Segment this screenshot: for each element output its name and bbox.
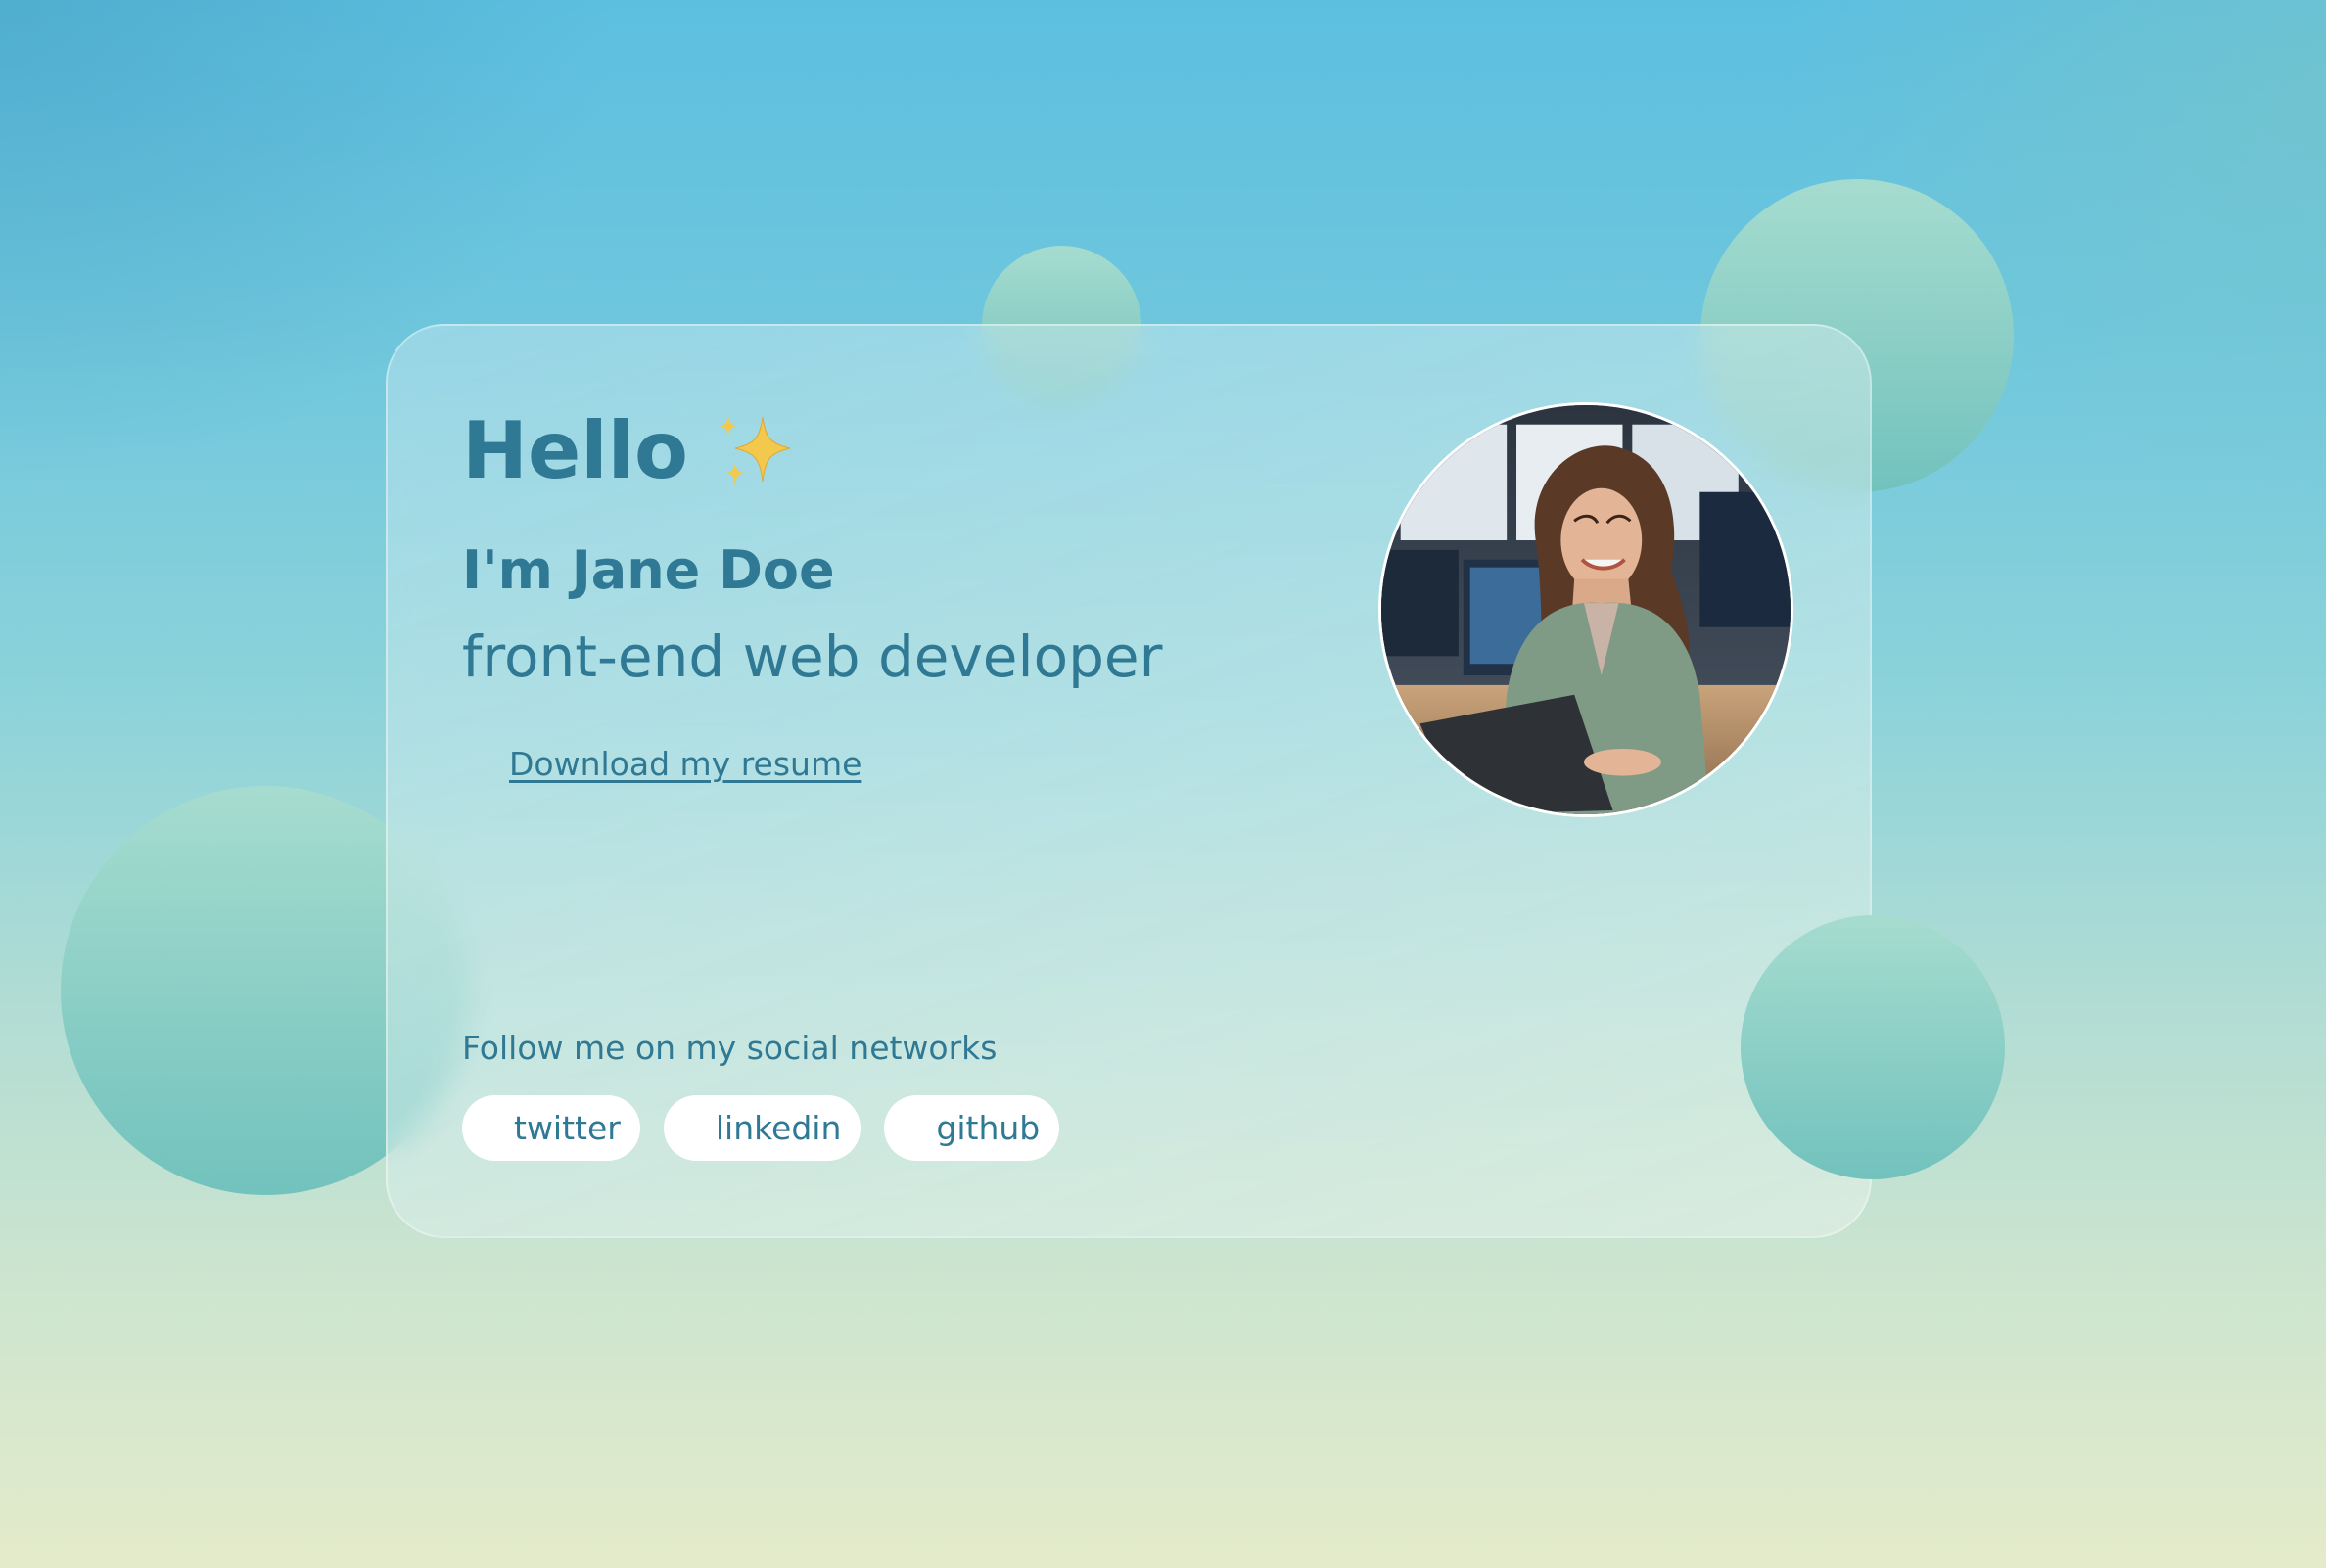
profile-photo bbox=[1381, 405, 1791, 814]
twitter-link[interactable]: twitter bbox=[462, 1095, 640, 1161]
greeting-text: Hello bbox=[462, 405, 689, 496]
avatar bbox=[1378, 402, 1793, 817]
sparkles-icon bbox=[712, 409, 796, 493]
linkedin-link[interactable]: linkedin bbox=[663, 1095, 861, 1161]
name-heading: I'm Jane Doe bbox=[462, 539, 835, 601]
decorative-bubble-bottom-right bbox=[1741, 915, 2005, 1179]
download-resume-link[interactable]: Download my resume bbox=[509, 745, 861, 784]
greeting-heading: Hello bbox=[462, 409, 796, 493]
social-heading: Follow me on my social networks bbox=[462, 1029, 998, 1067]
social-links: twitter linkedin github bbox=[462, 1095, 1060, 1161]
github-link[interactable]: github bbox=[884, 1095, 1060, 1161]
role-text: front-end web developer bbox=[462, 623, 1163, 690]
